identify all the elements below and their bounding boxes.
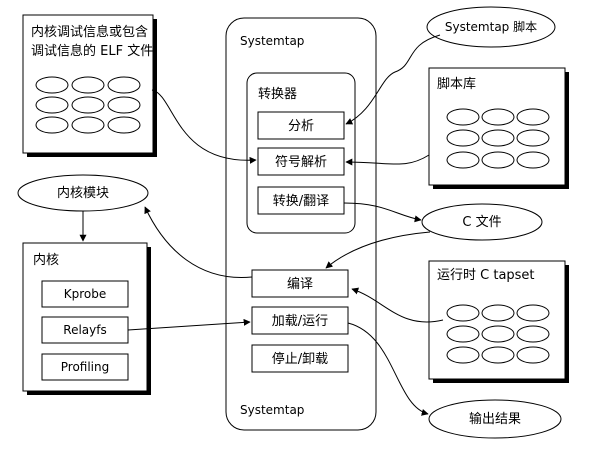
systemtap-script-oval: Systemtap 脚本 — [426, 6, 556, 48]
parse-label: 分析 — [288, 119, 314, 134]
load-run-box: 加载/运行 — [251, 306, 349, 335]
relayfs-label: Relayfs — [63, 323, 106, 337]
profiling-label: Profiling — [61, 360, 110, 374]
runtime-tapset-title: 运行时 C tapset — [437, 268, 535, 283]
translate-label: 转换/翻译 — [273, 194, 329, 209]
load-run-label: 加载/运行 — [272, 314, 328, 329]
systemtap-architecture-diagram: 内核调试信息或包含 调试信息的 ELF 文件 Systemtap Systemt… — [17, 6, 569, 439]
translator-box: 转换器 分析 符号解析 转换/翻译 — [246, 72, 356, 234]
c-file-label: C 文件 — [462, 215, 501, 230]
symbol-resolve-label: 符号解析 — [275, 154, 327, 170]
kernel-module-label: 内核模块 — [57, 185, 109, 201]
compile-box: 编译 — [251, 269, 349, 298]
stop-unload-label: 停止/卸载 — [272, 351, 328, 367]
translator-title: 转换器 — [258, 87, 297, 102]
stop-unload-box: 停止/卸载 — [251, 344, 349, 373]
kernel-title: 内核 — [33, 252, 59, 268]
elf-debuginfo-box: 内核调试信息或包含 调试信息的 ELF 文件 — [22, 14, 157, 157]
script-library-box: 脚本库 — [428, 67, 569, 189]
script-library-dots-grid — [446, 108, 550, 169]
runtime-tapset-dots-grid — [446, 304, 550, 364]
profiling-box: Profiling — [41, 353, 129, 381]
output-label: 输出结果 — [469, 411, 521, 427]
translate-box: 转换/翻译 — [257, 186, 345, 215]
c-file-oval: C 文件 — [421, 203, 543, 241]
symbol-resolve-box: 符号解析 — [257, 147, 345, 176]
runtime-tapset-box: 运行时 C tapset — [428, 260, 569, 383]
kernel-box: 内核 Kprobe Relayfs Profiling — [22, 242, 151, 395]
script-library-title: 脚本库 — [437, 76, 476, 92]
output-oval: 输出结果 — [428, 399, 562, 439]
elf-label-line2: 调试信息的 ELF 文件 — [31, 43, 153, 59]
kprobe-label: Kprobe — [64, 287, 107, 301]
systemtap-title-top: Systemtap — [240, 34, 304, 48]
systemtap-script-label: Systemtap 脚本 — [445, 19, 537, 34]
compile-label: 编译 — [287, 277, 313, 292]
parse-box: 分析 — [257, 111, 345, 140]
elf-label-line1: 内核调试信息或包含 — [31, 24, 148, 40]
relayfs-box: Relayfs — [41, 316, 129, 344]
elf-dots-grid — [35, 76, 141, 134]
kprobe-box: Kprobe — [41, 280, 129, 308]
systemtap-title-bottom: Systemtap — [240, 403, 304, 417]
kernel-module-oval: 内核模块 — [17, 174, 149, 212]
